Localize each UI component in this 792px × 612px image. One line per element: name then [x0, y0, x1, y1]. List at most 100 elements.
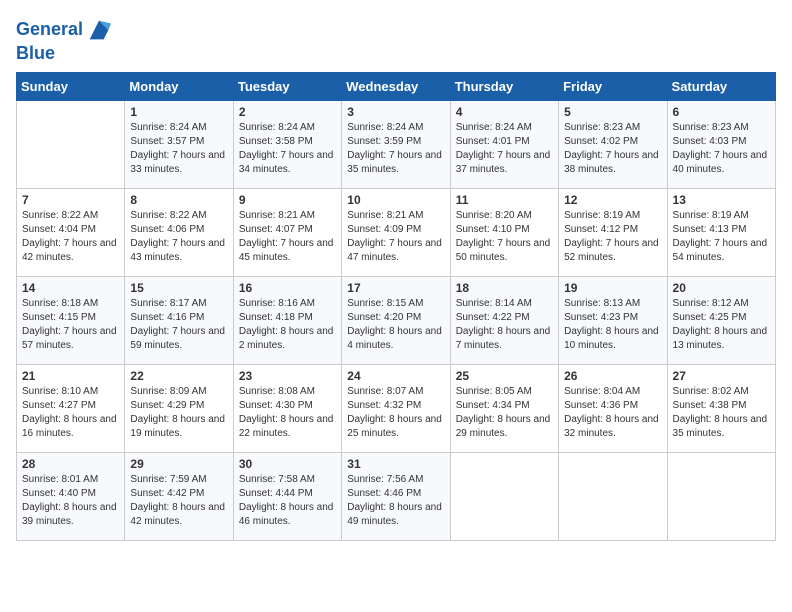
day-info: Sunrise: 8:05 AMSunset: 4:34 PMDaylight:…: [456, 385, 553, 441]
day-number: 7: [22, 193, 119, 207]
day-cell: 16 Sunrise: 8:16 AMSunset: 4:18 PMDayligh…: [233, 276, 341, 364]
day-cell: 23 Sunrise: 8:08 AMSunset: 4:30 PMDayligh…: [233, 364, 341, 452]
day-info: Sunrise: 8:23 AMSunset: 4:02 PMDaylight:…: [564, 121, 661, 177]
day-number: 31: [347, 457, 444, 471]
day-number: 3: [347, 105, 444, 119]
day-info: Sunrise: 8:20 AMSunset: 4:10 PMDaylight:…: [456, 209, 553, 265]
week-row-3: 14 Sunrise: 8:18 AMSunset: 4:15 PMDayligh…: [17, 276, 776, 364]
day-cell: 10 Sunrise: 8:21 AMSunset: 4:09 PMDayligh…: [342, 188, 450, 276]
day-number: 23: [239, 369, 336, 383]
day-info: Sunrise: 8:24 AMSunset: 3:58 PMDaylight:…: [239, 121, 336, 177]
day-cell: [17, 100, 125, 188]
day-cell: 8 Sunrise: 8:22 AMSunset: 4:06 PMDaylight…: [125, 188, 233, 276]
day-cell: 7 Sunrise: 8:22 AMSunset: 4:04 PMDaylight…: [17, 188, 125, 276]
header: General Blue: [16, 16, 776, 64]
day-cell: 1 Sunrise: 8:24 AMSunset: 3:57 PMDaylight…: [125, 100, 233, 188]
day-cell: 11 Sunrise: 8:20 AMSunset: 4:10 PMDayligh…: [450, 188, 558, 276]
week-row-4: 21 Sunrise: 8:10 AMSunset: 4:27 PMDayligh…: [17, 364, 776, 452]
day-cell: 31 Sunrise: 7:56 AMSunset: 4:46 PMDayligh…: [342, 452, 450, 540]
day-cell: 4 Sunrise: 8:24 AMSunset: 4:01 PMDaylight…: [450, 100, 558, 188]
day-number: 27: [673, 369, 770, 383]
day-cell: 14 Sunrise: 8:18 AMSunset: 4:15 PMDayligh…: [17, 276, 125, 364]
day-number: 6: [673, 105, 770, 119]
logo-line2: Blue: [16, 44, 113, 64]
day-number: 8: [130, 193, 227, 207]
day-cell: 25 Sunrise: 8:05 AMSunset: 4:34 PMDayligh…: [450, 364, 558, 452]
day-number: 30: [239, 457, 336, 471]
day-number: 12: [564, 193, 661, 207]
day-info: Sunrise: 8:19 AMSunset: 4:12 PMDaylight:…: [564, 209, 661, 265]
day-number: 17: [347, 281, 444, 295]
logo-icon: [85, 16, 113, 44]
day-number: 15: [130, 281, 227, 295]
day-cell: 12 Sunrise: 8:19 AMSunset: 4:12 PMDayligh…: [559, 188, 667, 276]
day-number: 20: [673, 281, 770, 295]
logo-text: General: [16, 20, 83, 40]
header-cell-thursday: Thursday: [450, 72, 558, 100]
day-cell: 24Sunrise: 8:07 AMSunset: 4:32 PMDayligh…: [342, 364, 450, 452]
day-info: Sunrise: 8:21 AMSunset: 4:09 PMDaylight:…: [347, 209, 444, 265]
day-info: Sunrise: 8:19 AMSunset: 4:13 PMDaylight:…: [673, 209, 770, 265]
day-cell: [450, 452, 558, 540]
day-info: Sunrise: 8:14 AMSunset: 4:22 PMDaylight:…: [456, 297, 553, 353]
day-info: Sunrise: 7:59 AMSunset: 4:42 PMDaylight:…: [130, 473, 227, 529]
day-number: 16: [239, 281, 336, 295]
day-number: 11: [456, 193, 553, 207]
day-info: Sunrise: 8:24 AMSunset: 3:57 PMDaylight:…: [130, 121, 227, 177]
day-number: 9: [239, 193, 336, 207]
header-cell-wednesday: Wednesday: [342, 72, 450, 100]
day-number: 21: [22, 369, 119, 383]
day-cell: 29 Sunrise: 7:59 AMSunset: 4:42 PMDayligh…: [125, 452, 233, 540]
day-number: 2: [239, 105, 336, 119]
day-info: Sunrise: 8:13 AMSunset: 4:23 PMDaylight:…: [564, 297, 661, 353]
day-number: 24: [347, 369, 444, 383]
day-info: Sunrise: 8:02 AMSunset: 4:38 PMDaylight:…: [673, 385, 770, 441]
day-cell: 27 Sunrise: 8:02 AMSunset: 4:38 PMDayligh…: [667, 364, 775, 452]
header-cell-sunday: Sunday: [17, 72, 125, 100]
day-number: 4: [456, 105, 553, 119]
day-cell: 15Sunrise: 8:17 AMSunset: 4:16 PMDayligh…: [125, 276, 233, 364]
day-info: Sunrise: 8:08 AMSunset: 4:30 PMDaylight:…: [239, 385, 336, 441]
day-number: 22: [130, 369, 227, 383]
day-info: Sunrise: 7:56 AMSunset: 4:46 PMDaylight:…: [347, 473, 444, 529]
day-info: Sunrise: 8:04 AMSunset: 4:36 PMDaylight:…: [564, 385, 661, 441]
day-cell: 17Sunrise: 8:15 AMSunset: 4:20 PMDayligh…: [342, 276, 450, 364]
day-info: Sunrise: 8:10 AMSunset: 4:27 PMDaylight:…: [22, 385, 119, 441]
day-info: Sunrise: 8:22 AMSunset: 4:04 PMDaylight:…: [22, 209, 119, 265]
day-number: 18: [456, 281, 553, 295]
day-cell: 5 Sunrise: 8:23 AMSunset: 4:02 PMDaylight…: [559, 100, 667, 188]
calendar-table: SundayMondayTuesdayWednesdayThursdayFrid…: [16, 72, 776, 541]
day-info: Sunrise: 8:22 AMSunset: 4:06 PMDaylight:…: [130, 209, 227, 265]
day-info: Sunrise: 8:24 AMSunset: 4:01 PMDaylight:…: [456, 121, 553, 177]
day-cell: 26Sunrise: 8:04 AMSunset: 4:36 PMDayligh…: [559, 364, 667, 452]
header-row: SundayMondayTuesdayWednesdayThursdayFrid…: [17, 72, 776, 100]
day-info: Sunrise: 8:01 AMSunset: 4:40 PMDaylight:…: [22, 473, 119, 529]
day-info: Sunrise: 8:18 AMSunset: 4:15 PMDaylight:…: [22, 297, 119, 353]
day-number: 25: [456, 369, 553, 383]
day-number: 19: [564, 281, 661, 295]
day-cell: 22Sunrise: 8:09 AMSunset: 4:29 PMDayligh…: [125, 364, 233, 452]
day-cell: [667, 452, 775, 540]
day-info: Sunrise: 8:12 AMSunset: 4:25 PMDaylight:…: [673, 297, 770, 353]
header-cell-saturday: Saturday: [667, 72, 775, 100]
header-cell-monday: Monday: [125, 72, 233, 100]
week-row-2: 7 Sunrise: 8:22 AMSunset: 4:04 PMDaylight…: [17, 188, 776, 276]
day-cell: 18 Sunrise: 8:14 AMSunset: 4:22 PMDayligh…: [450, 276, 558, 364]
day-cell: 9 Sunrise: 8:21 AMSunset: 4:07 PMDaylight…: [233, 188, 341, 276]
day-info: Sunrise: 8:23 AMSunset: 4:03 PMDaylight:…: [673, 121, 770, 177]
day-cell: 2 Sunrise: 8:24 AMSunset: 3:58 PMDaylight…: [233, 100, 341, 188]
day-cell: 13Sunrise: 8:19 AMSunset: 4:13 PMDayligh…: [667, 188, 775, 276]
day-cell: 30Sunrise: 7:58 AMSunset: 4:44 PMDayligh…: [233, 452, 341, 540]
day-info: Sunrise: 8:21 AMSunset: 4:07 PMDaylight:…: [239, 209, 336, 265]
day-number: 10: [347, 193, 444, 207]
day-cell: 3Sunrise: 8:24 AMSunset: 3:59 PMDaylight…: [342, 100, 450, 188]
day-cell: 6 Sunrise: 8:23 AMSunset: 4:03 PMDaylight…: [667, 100, 775, 188]
day-number: 29: [130, 457, 227, 471]
day-number: 5: [564, 105, 661, 119]
day-info: Sunrise: 8:16 AMSunset: 4:18 PMDaylight:…: [239, 297, 336, 353]
logo: General Blue: [16, 16, 113, 64]
header-cell-tuesday: Tuesday: [233, 72, 341, 100]
day-number: 1: [130, 105, 227, 119]
day-number: 14: [22, 281, 119, 295]
week-row-1: 1 Sunrise: 8:24 AMSunset: 3:57 PMDaylight…: [17, 100, 776, 188]
